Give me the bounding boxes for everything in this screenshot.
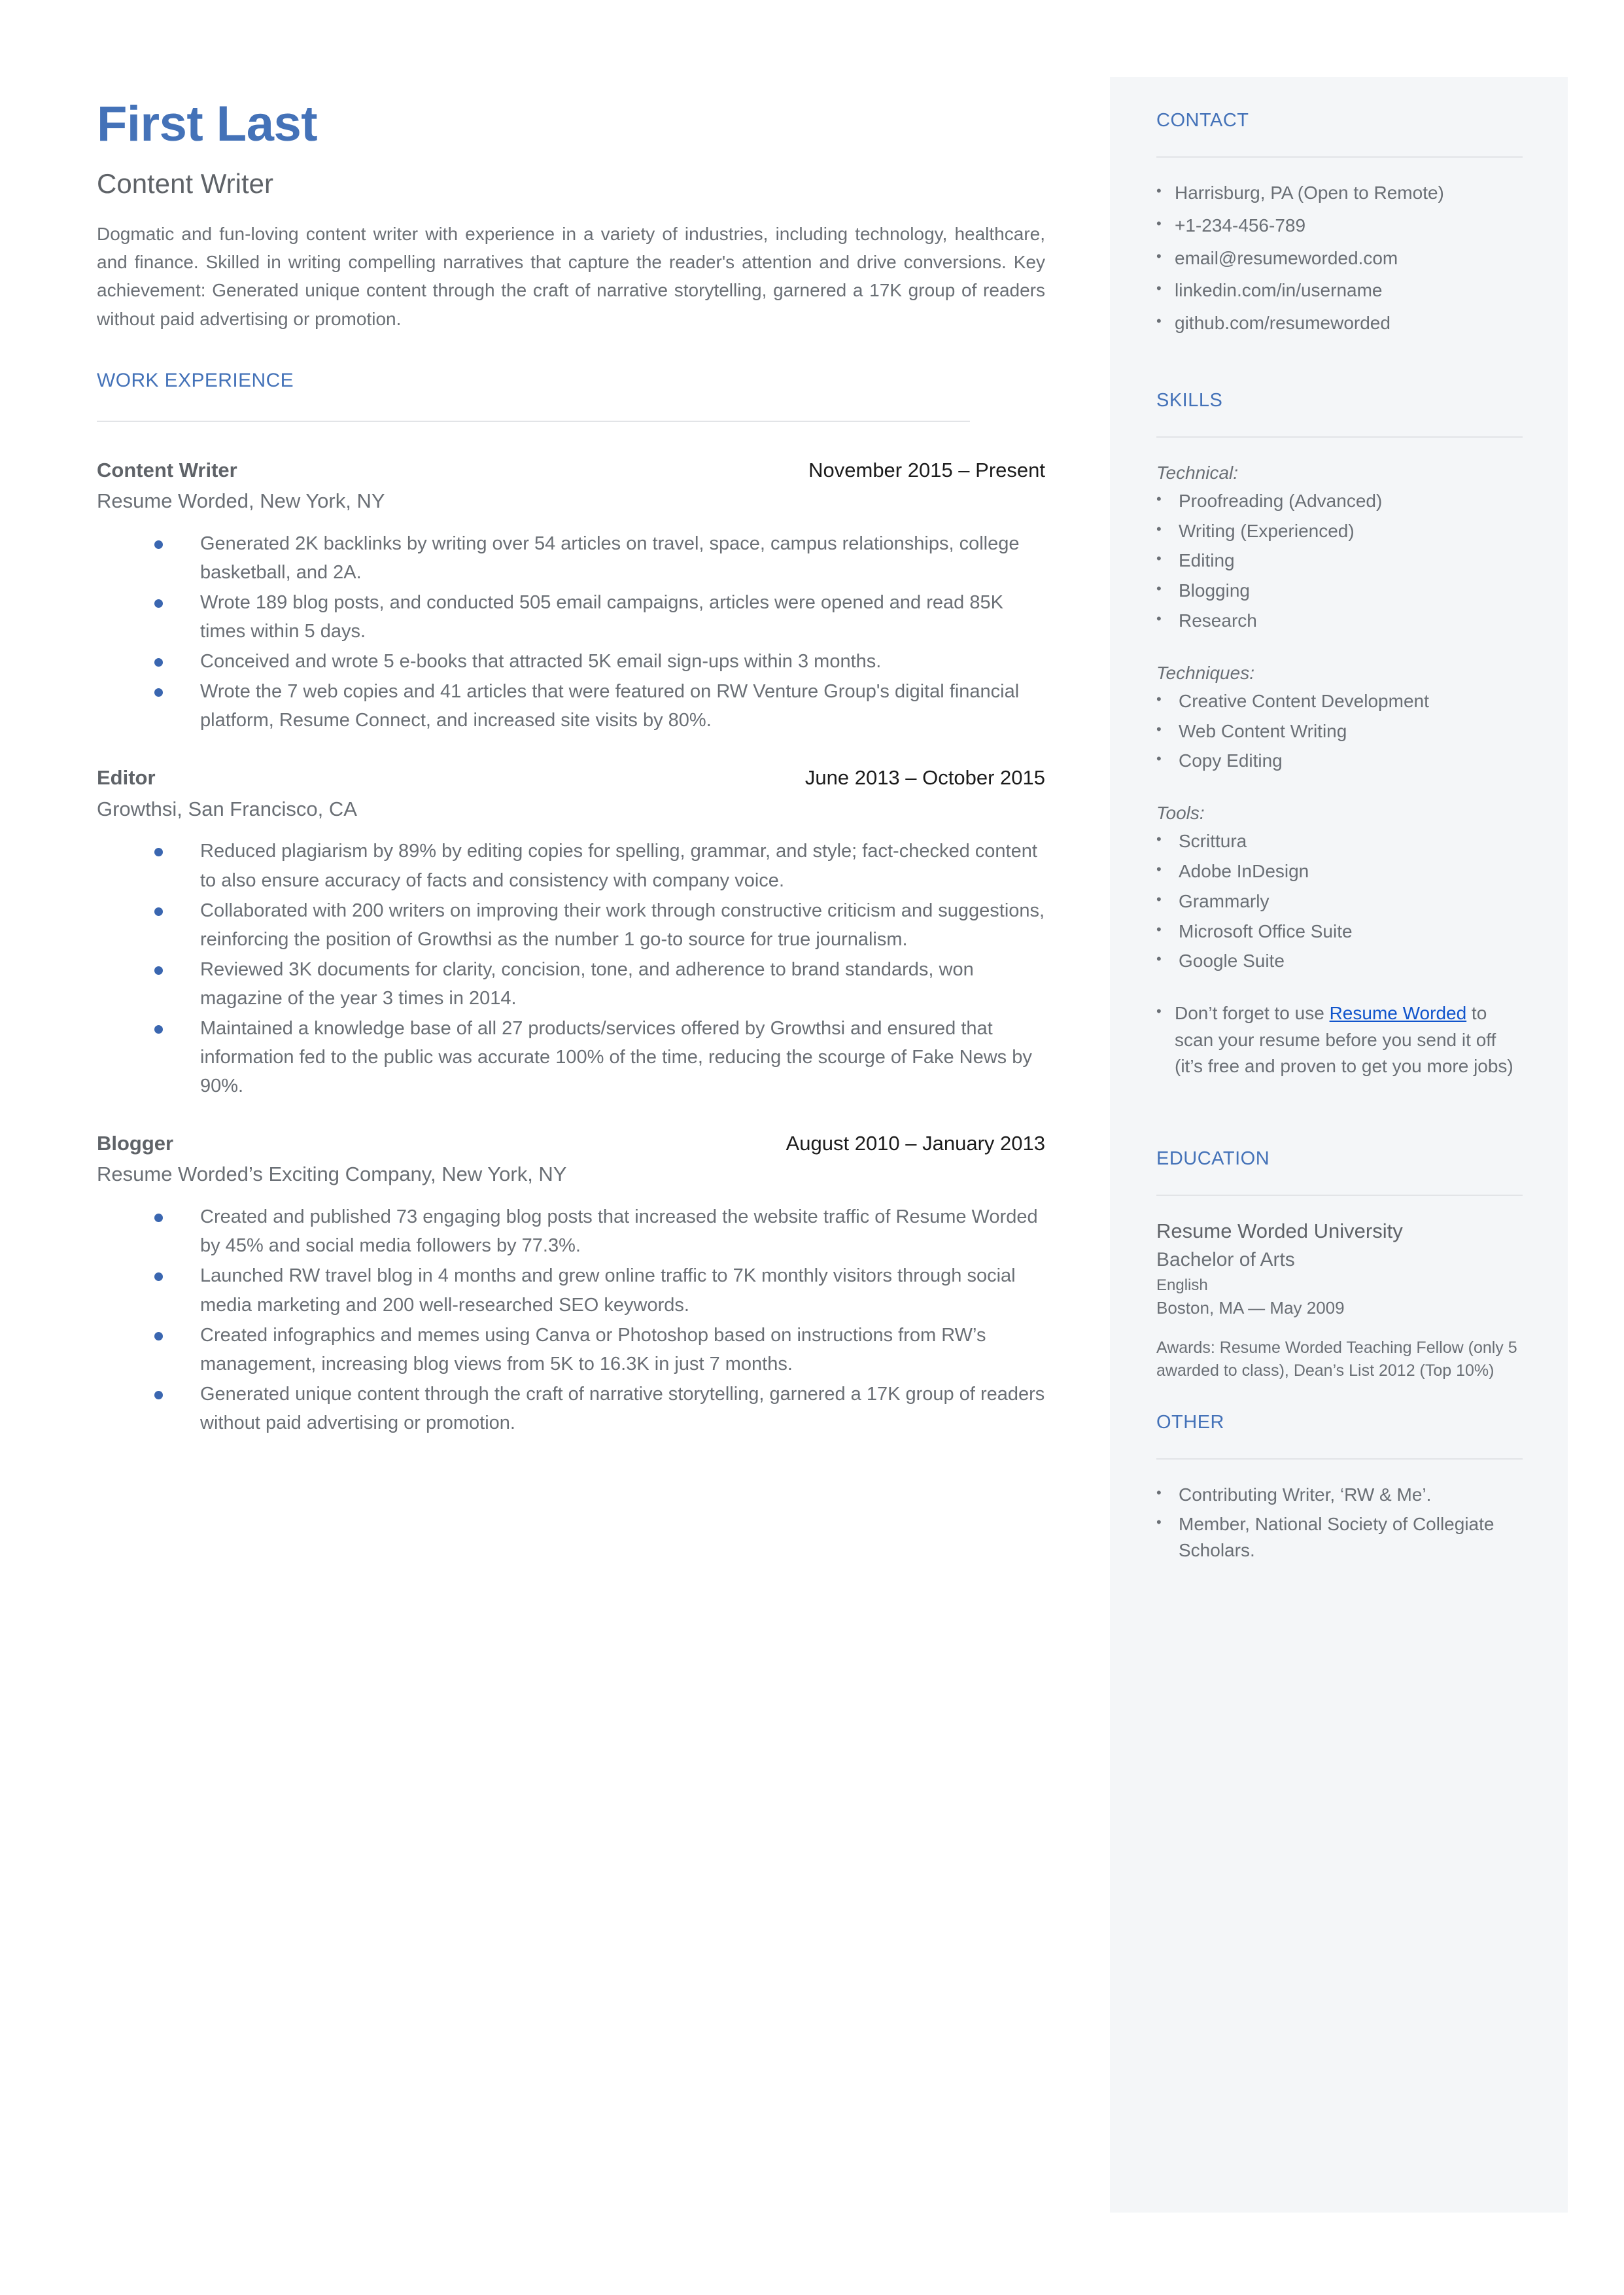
skill-item: Proofreading (Advanced) <box>1156 487 1523 514</box>
contact-item: github.com/resumeworded <box>1156 309 1523 336</box>
contact-list: Harrisburg, PA (Open to Remote) +1-234-45… <box>1156 179 1523 336</box>
education-field-of-study: English <box>1156 1276 1208 1295</box>
skill-item: Blogging <box>1156 577 1523 604</box>
job-role-title: Content Writer <box>97 458 237 482</box>
education-degree: Bachelor of Arts <box>1156 1249 1295 1271</box>
job-header-row: Editor June 2013 – October 2015 <box>97 765 1045 791</box>
section-heading-work-experience: WORK EXPERIENCE <box>97 369 294 391</box>
main-column: First Last Content Writer Dogmatic and f… <box>97 98 1045 1467</box>
education-school: Resume Worded University <box>1156 1219 1403 1242</box>
skill-item: Copy Editing <box>1156 747 1523 774</box>
spacer-contact-skills <box>1156 343 1523 390</box>
contact-item: +1-234-456-789 <box>1156 212 1523 239</box>
other-item: Member, National Society of Collegiate S… <box>1156 1511 1523 1564</box>
skill-item: Writing (Experienced) <box>1156 517 1523 544</box>
skill-group-label: Techniques: <box>1156 662 1254 683</box>
skill-item: Creative Content Development <box>1156 688 1523 714</box>
skill-group: Technical: Proofreading (Advanced) Writing… <box>1156 460 1523 634</box>
job-bullet: Conceived and wrote 5 e-books that attra… <box>97 647 1045 676</box>
job-date-range: June 2013 – October 2015 <box>804 766 1045 790</box>
skill-item: Adobe InDesign <box>1156 858 1523 885</box>
section-divider-work-experience <box>97 420 970 422</box>
skill-group: Tools: Scrittura Adobe InDesign Grammarly Mi… <box>1156 800 1523 974</box>
job-bullet: Created infographics and memes using Can… <box>97 1321 1045 1378</box>
job-bullet: Collaborated with 200 writers on improvi… <box>97 896 1045 954</box>
job-role-title: Blogger <box>97 1132 174 1155</box>
job-bullet-list: Created and published 73 engaging blog p… <box>97 1202 1045 1437</box>
job-bullet: Reduced plagiarism by 89% by editing cop… <box>97 837 1045 894</box>
job-bullet: Generated 2K backlinks by writing over 5… <box>97 529 1045 587</box>
job-bullet: Generated unique content through the cra… <box>97 1380 1045 1437</box>
job-bullet: Wrote 189 blog posts, and conducted 505 … <box>97 588 1045 646</box>
skills-groups: Technical: Proofreading (Advanced) Writing… <box>1156 460 1523 974</box>
job-bullet: Maintained a knowledge base of all 27 pr… <box>97 1014 1045 1100</box>
contact-item: Harrisburg, PA (Open to Remote) <box>1156 179 1523 206</box>
job-bullet: Wrote the 7 web copies and 41 articles t… <box>97 677 1045 735</box>
job-bullet: Created and published 73 engaging blog p… <box>97 1202 1045 1260</box>
skill-item: Google Suite <box>1156 947 1523 974</box>
promo-text-before: Don’t forget to use <box>1175 1003 1330 1024</box>
job-bullet: Reviewed 3K documents for clarity, conci… <box>97 955 1045 1013</box>
job-bullet-list: Generated 2K backlinks by writing over 5… <box>97 529 1045 735</box>
section-skills: SKILLS Technical: Proofreading (Advanced)… <box>1156 390 1523 1080</box>
professional-summary: Dogmatic and fun-loving content writer w… <box>97 224 1045 329</box>
spacer-education-other <box>1156 1383 1523 1412</box>
headline-job-title: Content Writer <box>97 167 273 199</box>
job-bullet: Launched RW travel blog in 4 months and … <box>97 1261 1045 1319</box>
job-company-location: Growthsi, San Francisco, CA <box>97 797 357 820</box>
job-date-range: November 2015 – Present <box>808 458 1045 482</box>
section-divider-education <box>1156 1194 1523 1196</box>
skill-group: Techniques: Creative Content Development W… <box>1156 660 1523 774</box>
page-title: First Last <box>97 96 318 152</box>
job-header-row: Content Writer November 2015 – Present <box>97 457 1045 483</box>
sidebar-column: CONTACT Harrisburg, PA (Open to Remote) +… <box>1156 110 1523 1568</box>
contact-item: email@resumeworded.com <box>1156 245 1523 272</box>
resume-worded-promo: Don’t forget to use Resume Worded to sca… <box>1156 1000 1523 1080</box>
skill-item: Research <box>1156 607 1523 634</box>
skill-item: Scrittura <box>1156 828 1523 854</box>
work-experience-entry: Content Writer November 2015 – Present Res… <box>97 457 1045 735</box>
skill-item: Microsoft Office Suite <box>1156 918 1523 945</box>
contact-item: linkedin.com/in/username <box>1156 277 1523 304</box>
job-header-row: Blogger August 2010 – January 2013 <box>97 1130 1045 1157</box>
education-location-date: Boston, MA — May 2009 <box>1156 1297 1345 1318</box>
education-awards: Awards: Resume Worded Teaching Fellow (o… <box>1156 1338 1517 1380</box>
work-experience-entry: Blogger August 2010 – January 2013 Resume … <box>97 1130 1045 1437</box>
resume-worded-link[interactable]: Resume Worded <box>1330 1003 1467 1023</box>
skill-list: Scrittura Adobe InDesign Grammarly Microsof… <box>1156 828 1523 974</box>
section-heading-contact: CONTACT <box>1156 110 1249 131</box>
work-experience-list: Content Writer November 2015 – Present Res… <box>97 457 1045 1437</box>
section-divider-other <box>1156 1458 1523 1460</box>
other-list: Contributing Writer, ‘RW & Me’. Member, N… <box>1156 1481 1523 1564</box>
job-role-title: Editor <box>97 766 156 790</box>
section-other: OTHER Contributing Writer, ‘RW & Me’. Mem… <box>1156 1412 1523 1564</box>
skill-group-label: Tools: <box>1156 803 1205 824</box>
skill-list: Proofreading (Advanced) Writing (Experien… <box>1156 487 1523 634</box>
other-item: Contributing Writer, ‘RW & Me’. <box>1156 1481 1523 1508</box>
section-heading-other: OTHER <box>1156 1411 1224 1433</box>
skill-item: Editing <box>1156 547 1523 574</box>
job-company-location: Resume Worded, New York, NY <box>97 489 385 512</box>
work-experience-entry: Editor June 2013 – October 2015 Growthsi, … <box>97 765 1045 1100</box>
section-divider-skills <box>1156 436 1523 438</box>
section-divider-contact <box>1156 156 1523 158</box>
spacer-skills-education <box>1156 1085 1523 1148</box>
skill-group-label: Technical: <box>1156 462 1239 483</box>
skill-list: Creative Content Development Web Content … <box>1156 688 1523 774</box>
resume-page: First Last Content Writer Dogmatic and f… <box>0 0 1624 2295</box>
section-heading-education: EDUCATION <box>1156 1148 1270 1169</box>
section-heading-skills: SKILLS <box>1156 389 1223 411</box>
job-company-location: Resume Worded’s Exciting Company, New Yo… <box>97 1163 567 1186</box>
job-bullet-list: Reduced plagiarism by 89% by editing cop… <box>97 837 1045 1100</box>
section-contact: CONTACT Harrisburg, PA (Open to Remote) +… <box>1156 110 1523 336</box>
skill-item: Grammarly <box>1156 888 1523 915</box>
skill-item: Web Content Writing <box>1156 718 1523 745</box>
job-date-range: August 2010 – January 2013 <box>786 1132 1045 1155</box>
section-education: EDUCATION Resume Worded University Bache… <box>1156 1148 1523 1383</box>
